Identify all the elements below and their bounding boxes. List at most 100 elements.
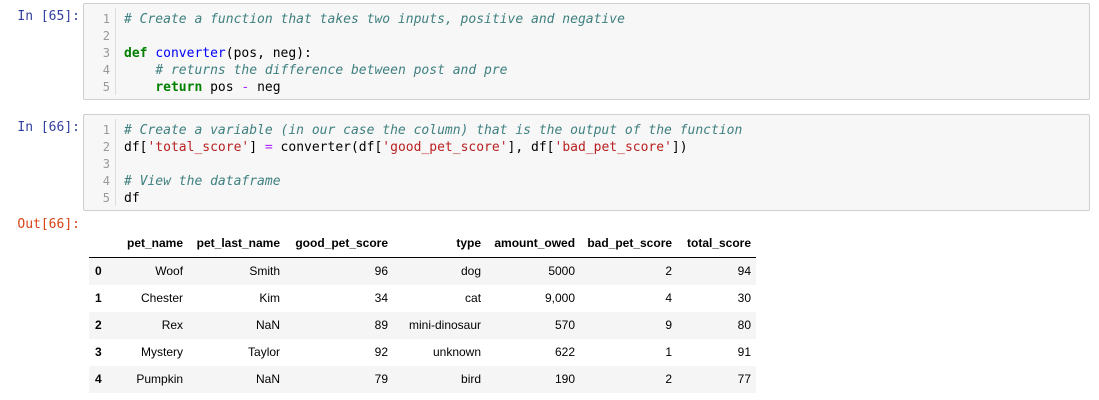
code-line: 3 def converter(pos, neg): (84, 45, 1089, 62)
table-cell: 79 (374, 372, 389, 386)
code-token: 'good_pet_score' (382, 140, 508, 155)
row-index: 1 (95, 291, 102, 305)
table-cell: 96 (374, 264, 389, 279)
code-editor[interactable]: 1 # Create a variable (in our case the co… (83, 114, 1090, 211)
table-cell: 570 (555, 318, 576, 332)
code-token: def (124, 46, 148, 61)
code-token: converter (155, 46, 226, 61)
row-index: 4 (95, 372, 102, 386)
line-number: 4 (102, 174, 110, 188)
code-token: df[ (124, 140, 148, 155)
table-row: 0 Woof Smith 96 dog 5000 2 94 (89, 257, 757, 285)
code-text: # View the dataframe (124, 173, 281, 190)
row-index: 0 (95, 264, 102, 279)
table-cell: 9,000 (545, 291, 576, 305)
code-token: return (155, 80, 203, 95)
code-token: 'total_score' (147, 140, 250, 155)
line-number: 3 (102, 46, 110, 60)
code-token: converter(df[ (272, 140, 383, 155)
dataframe-output: pet_name pet_last_name good_pet_score type a… (89, 229, 757, 393)
table-cell: 91 (737, 345, 752, 359)
table-cell: 622 (555, 345, 576, 359)
code-token: (pos, neg): (225, 46, 312, 61)
line-number: 4 (102, 63, 110, 77)
table-cell: NaN (256, 372, 281, 386)
table-header-row: pet_name pet_last_name good_pet_score type a… (89, 229, 757, 258)
index-header (89, 229, 122, 258)
line-number: 5 (102, 80, 110, 94)
code-line: 3 (84, 156, 1089, 173)
code-line: 1 # Create a function that takes two inpu… (84, 11, 1089, 28)
code-editor[interactable]: 1 # Create a function that takes two inpu… (83, 3, 1090, 100)
code-token: # returns the difference between post an… (155, 63, 508, 78)
code-token: 'bad_pet_score' (554, 140, 672, 155)
table-row: 1 Chester Kim 34 cat 9,000 4 30 (89, 285, 756, 312)
table-body: 0 Woof Smith 96 dog 5000 2 94 1 Chester Kim 34 cat 9,… (89, 257, 757, 393)
table-cell: Rex (161, 318, 184, 332)
table-cell: Mystery (141, 345, 184, 359)
table-cell: mini-dinosaur (409, 318, 482, 332)
table-cell: 2 (665, 264, 673, 279)
column-header: type (393, 229, 487, 258)
input-prompt: In [65]: (17, 9, 80, 24)
code-text: return pos - neg (124, 79, 281, 96)
code-token: ], df[ (507, 140, 555, 155)
table-row: 4 Pumpkin NaN 79 bird 190 2 77 (89, 365, 757, 393)
column-header: amount_owed (486, 229, 581, 258)
code-token: # View the dataframe (124, 174, 281, 189)
table-row: 2 Rex NaN 89 mini-dinosaur 570 9 80 (89, 311, 757, 339)
table-row: 3 Mystery Taylor 92 unknown 622 1 91 (89, 339, 756, 366)
code-token: ]) (671, 140, 688, 155)
output-prompt: Out[66]: (17, 217, 80, 232)
code-line: 4 # View the dataframe (84, 173, 1089, 190)
code-text: df['total_score'] = converter(df['good_p… (124, 139, 688, 156)
input-prompt: In [66]: (17, 120, 80, 135)
table-cell: bird (461, 372, 482, 386)
table-cell: Smith (249, 264, 281, 279)
table-cell: 94 (737, 264, 752, 279)
code-cell-65[interactable]: In [65]: 1 # Create a function that takes… (0, 3, 1099, 100)
table-cell: Pumpkin (136, 372, 184, 386)
line-number: 1 (102, 123, 110, 137)
column-header: good_pet_score (285, 229, 394, 258)
line-number: 3 (102, 157, 110, 171)
column-header: bad_pet_score (580, 229, 678, 258)
table-cell: Woof (155, 264, 184, 279)
column-header: total_score (677, 229, 757, 258)
table-cell: 1 (665, 345, 673, 359)
code-line: 2 df['total_score'] = converter(df['good_… (84, 139, 1089, 156)
table-cell: 92 (374, 345, 389, 359)
code-line: 1 # Create a variable (in our case the co… (84, 122, 1089, 139)
code-line: 5 return pos - neg (84, 79, 1089, 96)
code-text: # Create a variable (in our case the col… (124, 122, 742, 139)
table-cell: cat (465, 291, 482, 305)
code-cell-66[interactable]: In [66]: 1 # Create a variable (in our ca… (0, 114, 1099, 211)
table-cell: dog (461, 264, 482, 279)
code-text: # Create a function that takes two input… (124, 11, 625, 28)
row-index: 2 (95, 318, 102, 332)
code-lines: 1 # Create a function that takes two inpu… (84, 11, 1089, 96)
code-line: 4 # returns the difference between post … (84, 62, 1089, 79)
code-text: def converter(pos, neg): (124, 45, 312, 62)
table-cell: Kim (259, 291, 281, 305)
table-cell: 77 (737, 372, 752, 386)
table-cell: 190 (555, 372, 576, 386)
line-number: 1 (102, 12, 110, 26)
table-cell: 80 (737, 318, 752, 332)
column-header: pet_name (122, 229, 189, 258)
code-token: # Create a variable (in our case the col… (124, 123, 743, 138)
code-text: # returns the difference between post an… (124, 62, 508, 79)
code-line: 5 df (84, 190, 1089, 207)
line-number: 2 (102, 140, 110, 154)
code-line: 2 (84, 28, 1089, 45)
table-cell: unknown (432, 345, 482, 359)
code-token: # Create a function that takes two input… (124, 12, 625, 27)
table-cell: 5000 (548, 264, 576, 279)
code-token: neg (249, 80, 281, 95)
table-cell: Taylor (248, 345, 281, 359)
code-text: df (124, 190, 140, 207)
row-index: 3 (95, 345, 102, 359)
table-cell: 2 (665, 372, 673, 386)
